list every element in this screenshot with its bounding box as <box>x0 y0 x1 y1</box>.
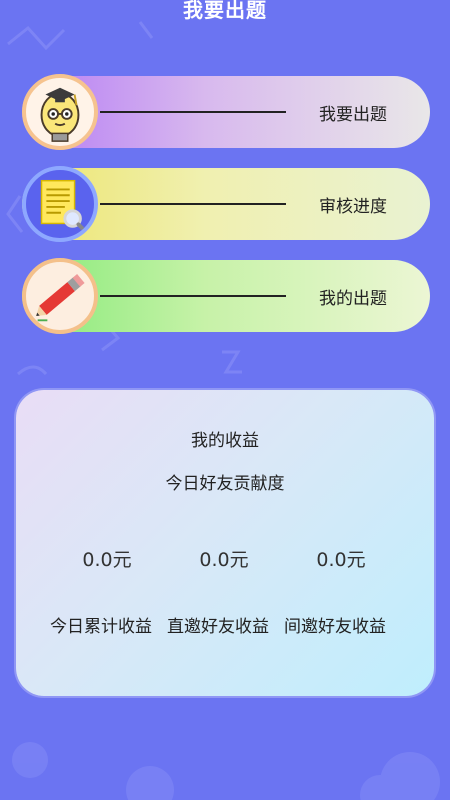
menu-divider-line <box>100 203 286 205</box>
direct-invite-earnings-label: 直邀好友收益 <box>167 617 269 637</box>
document-magnifier-icon <box>22 166 98 242</box>
menu-divider-line <box>100 295 286 297</box>
indirect-invite-earnings-label: 间邀好友收益 <box>284 617 386 637</box>
menu-item-label: 我要出题 <box>319 105 387 125</box>
menu-item-review-progress[interactable]: 审核进度 <box>22 166 430 242</box>
menu-item-label: 审核进度 <box>319 197 387 217</box>
menu-divider-line <box>100 111 286 113</box>
friend-contribution-subtitle: 今日好友贡献度 <box>165 474 285 494</box>
today-total-earnings-value: 0.0元 <box>82 549 132 571</box>
earnings-title: 我的收益 <box>191 431 259 451</box>
pencil-icon <box>22 258 98 334</box>
today-total-earnings-label: 今日累计收益 <box>50 617 152 637</box>
lightbulb-professor-icon <box>22 74 98 150</box>
menu-item-label: 我的出题 <box>319 289 387 309</box>
page-title: 我要出题 <box>183 0 267 22</box>
earnings-card: 我的收益 今日好友贡献度 0.0元 0.0元 0.0元 今日累计收益 直邀好友收… <box>16 390 434 696</box>
indirect-invite-earnings-value: 0.0元 <box>316 549 366 571</box>
menu-item-create-question[interactable]: 我要出题 <box>22 74 430 150</box>
direct-invite-earnings-value: 0.0元 <box>199 549 249 571</box>
menu-item-my-questions[interactable]: 我的出题 <box>22 258 430 334</box>
